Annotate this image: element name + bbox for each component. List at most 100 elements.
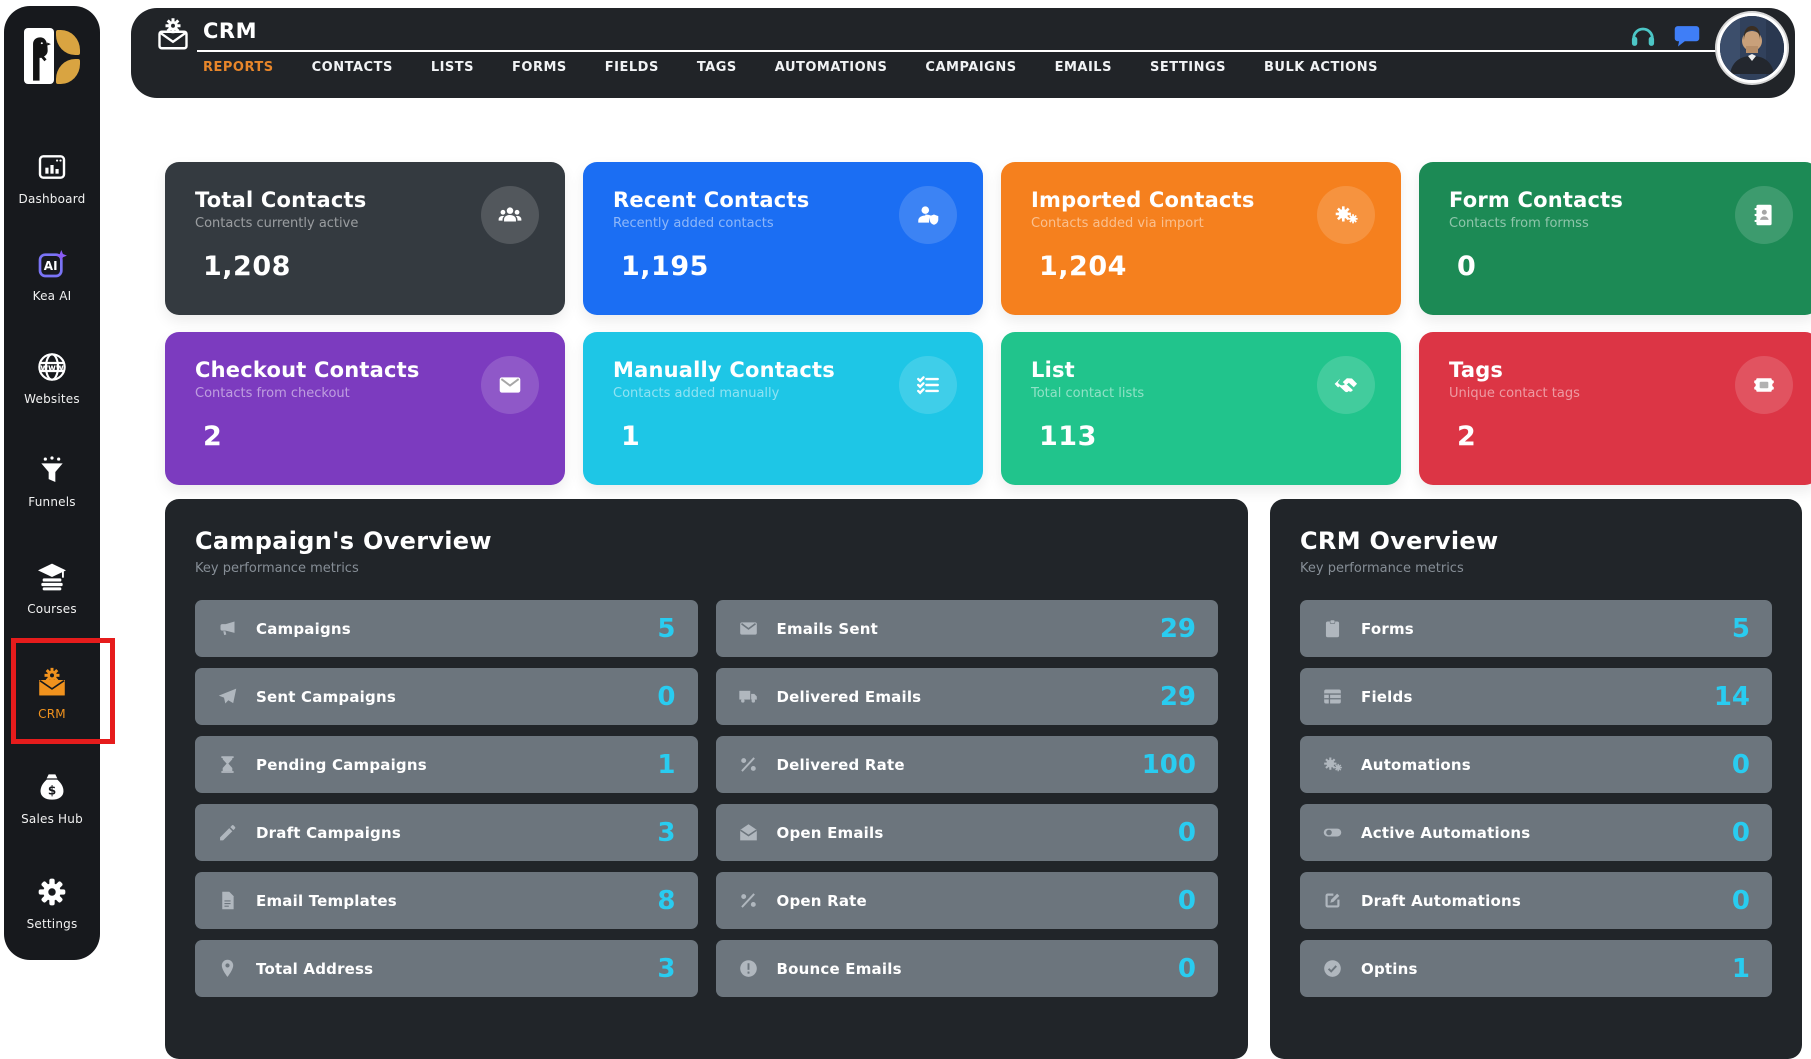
chat-icon[interactable]	[1673, 22, 1701, 50]
card-value: 1,208	[195, 251, 535, 282]
stat-card-form-contacts: Form Contacts Contacts from formss 0	[1419, 162, 1811, 315]
toggle-icon	[1322, 822, 1343, 843]
tab-emails[interactable]: EMAILS	[1055, 60, 1112, 75]
metric-row-pending-campaigns: Pending Campaigns 1	[195, 736, 698, 793]
metric-label: Draft Campaigns	[256, 824, 401, 842]
tab-fields[interactable]: FIELDS	[605, 60, 659, 75]
metric-value: 0	[1178, 818, 1196, 848]
metric-row-total-address: Total Address 3	[195, 940, 698, 997]
percent-icon	[738, 754, 759, 775]
metric-label: Sent Campaigns	[256, 688, 396, 706]
leaf-icon	[56, 30, 80, 55]
tab-forms[interactable]: FORMS	[512, 60, 567, 75]
kea-logo[interactable]	[4, 28, 100, 84]
stat-card-list: List Total contact lists 113	[1001, 332, 1401, 485]
leaf-icon	[56, 59, 80, 84]
megaphone-icon	[217, 618, 238, 639]
paper-plane-icon	[217, 686, 238, 707]
sidebar-item-courses[interactable]: Courses	[4, 561, 100, 616]
metric-value: 29	[1160, 682, 1196, 712]
tab-tags[interactable]: TAGS	[697, 60, 737, 75]
metric-value: 0	[1732, 750, 1750, 780]
metric-value: 8	[657, 886, 675, 916]
sidebar-item-dashboard[interactable]: Dashboard	[4, 151, 100, 206]
dashboard-icon	[36, 151, 68, 183]
stat-card-checkout-contacts: Checkout Contacts Contacts from checkout…	[165, 332, 565, 485]
checklist-icon	[899, 356, 957, 414]
exclamation-circle-icon	[738, 958, 759, 979]
ai-icon: AI	[36, 248, 68, 280]
user-shield-icon	[899, 186, 957, 244]
metric-label: Open Emails	[777, 824, 884, 842]
metric-value: 0	[657, 682, 675, 712]
metric-label: Emails Sent	[777, 620, 878, 638]
metric-row-sent-campaigns: Sent Campaigns 0	[195, 668, 698, 725]
metric-label: Draft Automations	[1361, 892, 1521, 910]
card-value: 2	[195, 421, 535, 452]
address-book-icon	[1735, 186, 1793, 244]
tab-lists[interactable]: LISTS	[431, 60, 474, 75]
tab-campaigns[interactable]: CAMPAIGNS	[925, 60, 1016, 75]
metric-value: 100	[1142, 750, 1196, 780]
metric-row-email-templates: Email Templates 8	[195, 872, 698, 929]
metric-row-active-automations: Active Automations 0	[1300, 804, 1772, 861]
title-underline	[197, 50, 1723, 52]
funnel-icon	[36, 454, 68, 486]
sidebar-item-kea-ai[interactable]: AI Kea AI	[4, 248, 100, 303]
edit-square-icon	[1322, 890, 1343, 911]
user-avatar[interactable]	[1717, 13, 1787, 83]
sidebar-item-websites[interactable]: www Websites	[4, 351, 100, 406]
envelope-open-icon	[738, 822, 759, 843]
tab-contacts[interactable]: CONTACTS	[312, 60, 393, 75]
metric-value: 5	[657, 614, 675, 644]
sidebar-item-label: Funnels	[4, 495, 100, 509]
crm-envelope-gear-icon	[36, 666, 68, 698]
card-value: 1,204	[1031, 251, 1371, 282]
envelope-icon	[481, 356, 539, 414]
stat-card-tags: Tags Unique contact tags 2	[1419, 332, 1811, 485]
metric-row-optins: Optins 1	[1300, 940, 1772, 997]
sidebar-item-label: Settings	[4, 917, 100, 931]
file-icon	[217, 890, 238, 911]
users-icon	[481, 186, 539, 244]
metric-row-open-rate: Open Rate 0	[716, 872, 1219, 929]
tab-reports[interactable]: REPORTS	[203, 60, 274, 75]
sidebar-item-label: Sales Hub	[4, 812, 100, 826]
page-title: CRM	[203, 19, 257, 43]
metric-value: 29	[1160, 614, 1196, 644]
tab-automations[interactable]: AUTOMATIONS	[775, 60, 888, 75]
metric-label: Delivered Emails	[777, 688, 922, 706]
table-icon	[1322, 686, 1343, 707]
metric-label: Optins	[1361, 960, 1418, 978]
tab-bulk-actions[interactable]: BULK ACTIONS	[1264, 60, 1378, 75]
panel-title: Campaign's Overview	[195, 527, 1218, 555]
card-value: 1,195	[613, 251, 953, 282]
percent-icon	[738, 890, 759, 911]
sidebar-item-settings[interactable]: Settings	[4, 876, 100, 931]
headset-icon[interactable]	[1629, 22, 1657, 50]
check-circle-icon	[1322, 958, 1343, 979]
sidebar-item-sales-hub[interactable]: $ Sales Hub	[4, 771, 100, 826]
card-value: 113	[1031, 421, 1371, 452]
metric-row-fields: Fields 14	[1300, 668, 1772, 725]
metric-label: Delivered Rate	[777, 756, 905, 774]
panel-subtitle: Key performance metrics	[195, 561, 1218, 576]
metric-value: 0	[1732, 818, 1750, 848]
card-value: 2	[1449, 421, 1789, 452]
metric-label: Open Rate	[777, 892, 867, 910]
gears-icon	[1317, 186, 1375, 244]
crm-header-icon	[155, 16, 191, 52]
truck-icon	[738, 686, 759, 707]
metric-row-emails-sent: Emails Sent 29	[716, 600, 1219, 657]
metric-value: 0	[1732, 886, 1750, 916]
sidebar-item-funnels[interactable]: Funnels	[4, 454, 100, 509]
tab-settings[interactable]: SETTINGS	[1150, 60, 1226, 75]
svg-text:www: www	[40, 363, 64, 373]
metric-value: 3	[657, 818, 675, 848]
sidebar-item-crm[interactable]: CRM	[4, 666, 100, 721]
metric-label: Automations	[1361, 756, 1471, 774]
metric-value: 1	[657, 750, 675, 780]
stat-card-total-contacts: Total Contacts Contacts currently active…	[165, 162, 565, 315]
metric-label: Email Templates	[256, 892, 397, 910]
hourglass-icon	[217, 754, 238, 775]
